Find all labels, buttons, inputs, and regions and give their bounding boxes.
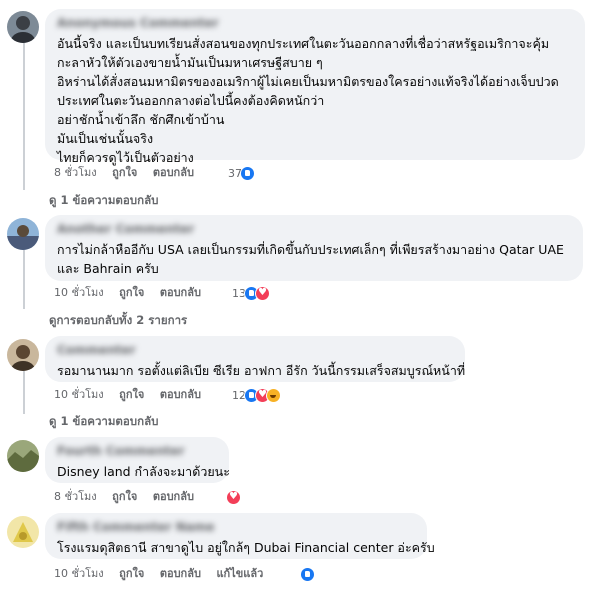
avatar[interactable] [7, 516, 39, 548]
haha-reaction-icon [266, 388, 281, 403]
timestamp[interactable]: 10 ชั่วโมง [54, 567, 104, 580]
avatar[interactable] [7, 339, 39, 371]
love-reaction-icon [226, 490, 241, 505]
comment-actions: 10 ชั่วโมง ถูกใจ ตอบกลับ แก้ไขแล้ว [54, 567, 275, 581]
top-edge [0, 0, 600, 14]
comment-text-line: และ Bahrain ครับ [57, 261, 159, 276]
comment-bubble: Another Commenter การไม่กล้าหืออีกับ USA… [45, 215, 583, 281]
like-reaction-icon [300, 567, 315, 582]
comment-actions: 8 ชั่วโมง ถูกใจ ตอบกลับ [54, 166, 206, 180]
comment-text-line: รอมานานมาก รอตั้งแต่ลิเบีย ซีเรีย อาฟกา … [57, 363, 466, 378]
like-button[interactable]: ถูกใจ [119, 388, 144, 401]
view-replies-link[interactable]: ดูการตอบกลับทั้ง 2 รายการ [49, 312, 187, 330]
edited-label[interactable]: แก้ไขแล้ว [216, 567, 263, 580]
comment-text-line: อย่าชักน้ำเข้าลึก ชักศึกเข้าบ้าน [57, 112, 225, 127]
author-name[interactable]: Fifth Commenter Name [57, 521, 415, 533]
view-replies-link[interactable]: ดู 1 ข้อความตอบกลับ [49, 192, 158, 210]
comment-text-line: กะลาหัวให้ตัวเองขายน้ำมันเป็นมหาเศรษฐีสบ… [57, 55, 323, 70]
like-reaction-icon [240, 166, 255, 181]
comment-text-line: มันเป็นเช่นนั้นจริง [57, 131, 154, 146]
reaction-summary[interactable]: 37 [228, 166, 255, 181]
timestamp[interactable]: 10 ชั่วโมง [54, 286, 104, 299]
like-button[interactable]: ถูกใจ [112, 166, 137, 179]
comment-bubble: Anonymous Commenter อันนี้จริง และเป็นบท… [45, 9, 585, 165]
avatar[interactable] [7, 440, 39, 472]
comment-actions: 8 ชั่วโมง ถูกใจ ตอบกลับ [54, 490, 206, 504]
comment-text-line: อิหร่านได้สั่งสอนมหามิตรของอเมริกาผู้ไม่… [57, 74, 559, 89]
timestamp[interactable]: 8 ชั่วโมง [54, 166, 97, 179]
comment-actions: 10 ชั่วโมง ถูกใจ ตอบกลับ [54, 286, 213, 300]
reaction-summary[interactable]: 13 [232, 286, 270, 301]
timestamp[interactable]: 8 ชั่วโมง [54, 490, 97, 503]
reply-button[interactable]: ตอบกลับ [160, 567, 201, 580]
author-name[interactable]: Commenter [57, 344, 453, 356]
author-name[interactable]: Anonymous Commenter [57, 17, 573, 29]
thread-line [23, 364, 25, 414]
reaction-summary[interactable]: 12 [232, 388, 281, 403]
author-name[interactable]: Fourth Commenter [57, 445, 217, 457]
comment-actions: 10 ชั่วโมง ถูกใจ ตอบกลับ [54, 388, 213, 402]
comment-text-line: ไทยก็ควรดูไว้เป็นตัวอย่าง [57, 150, 194, 165]
comment-text-line: Disney land กำลังจะมาด้วยนะ [57, 464, 230, 479]
reply-button[interactable]: ตอบกลับ [153, 166, 194, 179]
author-name[interactable]: Another Commenter [57, 223, 571, 235]
reply-button[interactable]: ตอบกลับ [160, 388, 201, 401]
comment-text-line: โรงแรมดุสิตธานี สาขาดูไบ อยู่ใกล้ๆ Dubai… [57, 540, 435, 555]
reaction-summary[interactable] [300, 567, 315, 582]
comment-text-line: ประเทศในตะวันออกกลางต่อไปนี้คงต้องคิดหนั… [57, 93, 325, 108]
love-reaction-icon [255, 286, 270, 301]
reply-button[interactable]: ตอบกลับ [160, 286, 201, 299]
thread-line [23, 40, 25, 190]
avatar[interactable] [7, 218, 39, 250]
avatar[interactable] [7, 11, 39, 43]
comment-text-line: การไม่กล้าหืออีกับ USA เลยเป็นกรรมที่เกิ… [57, 242, 564, 257]
like-button[interactable]: ถูกใจ [112, 490, 137, 503]
view-replies-link[interactable]: ดู 1 ข้อความตอบกลับ [49, 413, 158, 431]
comment-bubble: Fifth Commenter Name โรงแรมดุสิตธานี สาข… [45, 513, 435, 559]
reply-button[interactable]: ตอบกลับ [153, 490, 194, 503]
comment-text-line: อันนี้จริง และเป็นบทเรียนสั่งสอนของทุกปร… [57, 36, 550, 51]
like-button[interactable]: ถูกใจ [119, 567, 144, 580]
reaction-summary[interactable] [226, 490, 241, 505]
comment-bubble: Fourth Commenter Disney land กำลังจะมาด้… [45, 437, 230, 483]
comment-bubble: Commenter รอมานานมาก รอตั้งแต่ลิเบีย ซีเ… [45, 336, 465, 382]
timestamp[interactable]: 10 ชั่วโมง [54, 388, 104, 401]
like-button[interactable]: ถูกใจ [119, 286, 144, 299]
